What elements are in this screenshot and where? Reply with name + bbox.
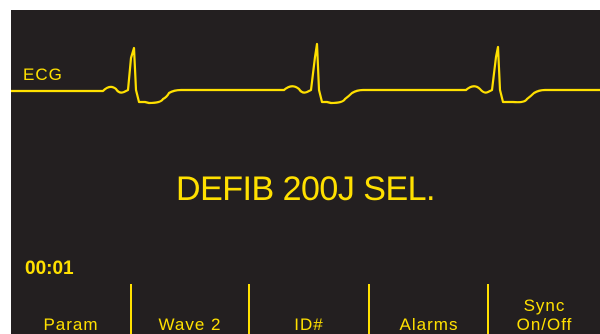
softkey-param[interactable]: Param (11, 282, 131, 334)
softkey-label: Param (43, 315, 99, 334)
monitor-display: ECG DEFIB 200J SEL. 00:01 Param Wave 2 I… (11, 10, 600, 334)
softkey-label-line1: Sync (523, 296, 566, 315)
monitor-screen: ECG DEFIB 200J SEL. 00:01 Param Wave 2 I… (0, 0, 600, 334)
softkey-sync-toggle[interactable]: Sync On/Off (489, 282, 600, 334)
softkey-label: Alarms (399, 315, 459, 334)
softkey-label: Wave 2 (158, 315, 222, 334)
softkey-id[interactable]: ID# (250, 282, 368, 334)
ecg-trace-line (11, 42, 600, 105)
ecg-lead-label: ECG (23, 65, 63, 84)
defib-energy-message: DEFIB 200J SEL. (176, 170, 435, 208)
softkey-wave-2[interactable]: Wave 2 (132, 282, 248, 334)
softkey-label: On/Off (516, 315, 573, 334)
softkey-label: ID# (294, 315, 324, 334)
elapsed-timer: 00:01 (25, 258, 74, 279)
softkey-alarms[interactable]: Alarms (370, 282, 488, 334)
softkey-bar: Param Wave 2 ID# Alarms Sync On/Off (11, 282, 600, 334)
